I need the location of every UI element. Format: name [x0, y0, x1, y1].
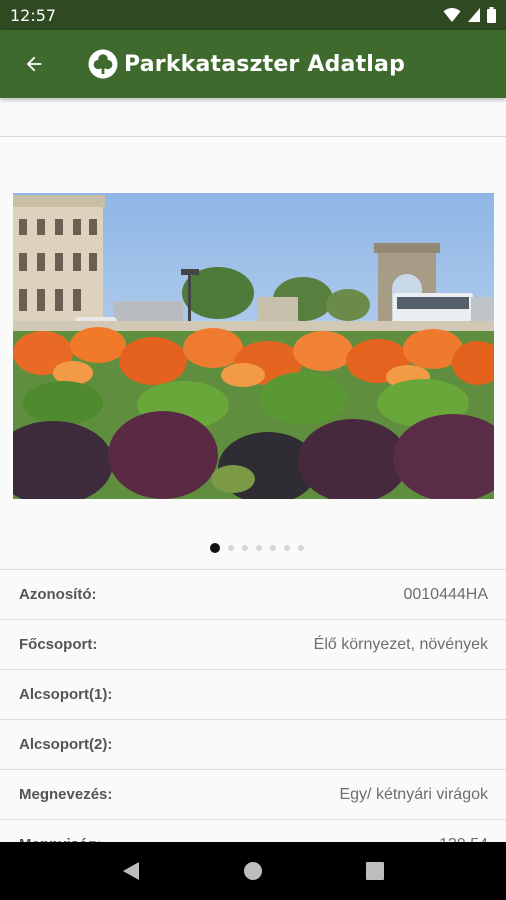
circle-home-icon	[244, 862, 262, 880]
detail-row-azonosito: Azonosító: 0010444HA	[0, 569, 506, 619]
building	[13, 195, 105, 327]
wifi-icon	[443, 7, 461, 22]
pager-dot[interactable]	[270, 545, 276, 551]
back-button[interactable]	[14, 44, 54, 84]
status-bar: 12:57	[0, 0, 506, 30]
nav-back-button[interactable]	[111, 851, 151, 891]
detail-value: Egy/ kétnyári virágok	[339, 785, 488, 803]
cell-signal-icon	[468, 8, 480, 22]
pager-dot[interactable]	[242, 545, 248, 551]
flowerbed-image	[13, 193, 494, 499]
app-bar: Parkkataszter Adatlap	[0, 30, 506, 98]
detail-row-alcsoport-2: Alcsoport(2):	[0, 719, 506, 769]
detail-label: Azonosító:	[19, 586, 97, 603]
detail-label: Alcsoport(1):	[19, 686, 113, 703]
pager-dot-active[interactable]	[210, 543, 220, 553]
gallery-pager	[0, 543, 506, 553]
detail-label: Főcsoport:	[19, 636, 98, 653]
detail-row-alcsoport-1: Alcsoport(1):	[0, 669, 506, 719]
square-recents-icon	[366, 862, 384, 880]
screen: 12:57 Parkkataszter Adatlap Azonosító: 0…	[0, 0, 506, 900]
park-photo[interactable]	[13, 193, 494, 499]
detail-label: Alcsoport(2):	[19, 736, 113, 753]
detail-row-megnevezes: Megnevezés: Egy/ kétnyári virágok	[0, 769, 506, 819]
pager-dot[interactable]	[284, 545, 290, 551]
page-title: Parkkataszter Adatlap	[124, 51, 406, 77]
battery-icon	[487, 7, 496, 23]
pager-dot[interactable]	[228, 545, 234, 551]
divider	[0, 136, 506, 137]
detail-value: 0010444HA	[403, 585, 488, 603]
arrow-back-icon	[26, 56, 42, 72]
detail-label: Megnevezés:	[19, 786, 113, 803]
detail-value: Élő környezet, növények	[313, 635, 488, 653]
tree-logo-icon	[88, 49, 118, 79]
pager-dot[interactable]	[256, 545, 262, 551]
status-icons	[443, 7, 496, 23]
nav-home-button[interactable]	[233, 851, 273, 891]
system-nav-bar	[0, 842, 506, 900]
nav-recents-button[interactable]	[355, 851, 395, 891]
status-time: 12:57	[10, 5, 57, 25]
triangle-back-icon	[123, 862, 139, 880]
pager-dot[interactable]	[298, 545, 304, 551]
detail-row-focsoport: Főcsoport: Élő környezet, növények	[0, 619, 506, 669]
details-list: Azonosító: 0010444HA Főcsoport: Élő körn…	[0, 569, 506, 869]
